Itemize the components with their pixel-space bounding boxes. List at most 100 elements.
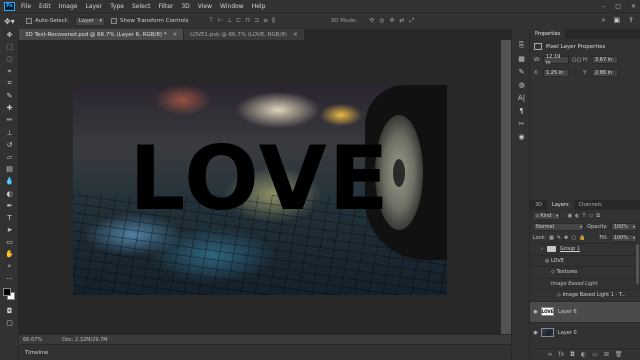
tab-3d[interactable]: 3D (530, 200, 547, 210)
blend-mode-dropdown[interactable]: Normal (533, 222, 585, 231)
clone-source-icon[interactable]: ◍ (512, 78, 531, 91)
close-tab-icon[interactable]: ✕ (172, 32, 177, 38)
minimize-button[interactable]: – (602, 3, 605, 10)
menu-view[interactable]: View (198, 3, 212, 10)
lock-pixels-icon[interactable]: ▦ (549, 235, 554, 241)
menu-filter[interactable]: Filter (159, 3, 174, 10)
more-tools-icon[interactable]: ··· (0, 273, 19, 285)
tab-channels[interactable]: Channels (574, 200, 607, 210)
quick-select-tool-icon[interactable]: ⌖ (0, 66, 19, 78)
history-icon[interactable]: ⎘ (512, 39, 531, 52)
path-select-tool-icon[interactable]: ➤ (0, 224, 19, 236)
visibility-icon[interactable]: ● (530, 258, 541, 264)
paragraph-icon[interactable]: ¶ (512, 104, 531, 117)
menu-select[interactable]: Select (132, 3, 151, 10)
scale-icon[interactable]: ⤢ (409, 17, 414, 25)
show-transform-checkbox[interactable]: Show Transform Controls (111, 18, 188, 24)
align-center-icon[interactable]: ⊓ (245, 17, 250, 25)
layer-row-layer6[interactable]: ◉ LOVE Layer 6 (530, 300, 640, 322)
workspace-icon[interactable]: ▣ (614, 16, 621, 25)
shape-filter-icon[interactable]: ▭ (589, 213, 594, 219)
x-field[interactable]: 1.25 in (543, 69, 569, 77)
marquee-tool-icon[interactable]: ⬚ (0, 41, 19, 53)
type-tool-icon[interactable]: T (0, 212, 19, 224)
layer-row-ibl1[interactable]: ● ◇ Image Based Light 1 - T... (530, 289, 640, 301)
history-brush-tool-icon[interactable]: ↺ (0, 139, 19, 151)
zoom-level[interactable]: 66.67% (23, 337, 42, 343)
layer-row-ibl[interactable]: ● Image Based Light (530, 277, 640, 290)
document-canvas[interactable]: LOVE (73, 85, 447, 295)
stamp-tool-icon[interactable]: ⊥ (0, 127, 19, 139)
layer-row-layer0[interactable]: ◉ Layer 0 (530, 321, 640, 343)
canvas-area[interactable]: LOVE (19, 40, 501, 334)
swatches-icon[interactable]: ▦ (512, 52, 531, 65)
roll-icon[interactable]: ◎ (379, 17, 384, 25)
move-icon[interactable]: ✥▾ (4, 16, 20, 27)
tab-properties[interactable]: Properties (530, 29, 566, 39)
eye-icon[interactable]: ◉ (530, 330, 541, 336)
eye-icon[interactable]: ◉ (530, 309, 541, 315)
layer-row-love[interactable]: ● ◎ LOVE (530, 254, 640, 267)
adjustments-icon[interactable]: ◉ (512, 130, 531, 143)
lasso-tool-icon[interactable]: ◌ (0, 53, 19, 65)
tool-presets-icon[interactable]: ✂ (512, 117, 531, 130)
tab-layers[interactable]: Layers (547, 200, 574, 210)
pen-tool-icon[interactable]: ✒ (0, 200, 19, 212)
type-filter-icon[interactable]: T (583, 213, 586, 219)
brush-settings-icon[interactable]: ✎ (512, 65, 531, 78)
shape-tool-icon[interactable]: ▭ (0, 236, 19, 248)
close-button[interactable]: ✕ (631, 3, 636, 10)
foreground-color-swatch[interactable] (3, 287, 11, 296)
fx-icon[interactable]: fx (559, 351, 565, 358)
blur-tool-icon[interactable]: 💧 (0, 175, 19, 187)
adjustment-layer-icon[interactable]: ◐ (581, 351, 586, 358)
layer-row-textures[interactable]: ● ◇ Textures (530, 266, 640, 278)
fill-field[interactable]: 100% (610, 233, 637, 242)
align-bottom-icon[interactable]: ⊥ (227, 17, 232, 25)
lock-position-icon[interactable]: ✥ (564, 235, 568, 241)
share-icon[interactable]: ⇪ (628, 16, 634, 25)
slide-icon[interactable]: ⇄ (399, 17, 404, 25)
move-tool-icon[interactable]: ✥ (0, 29, 19, 41)
brush-tool-icon[interactable]: ✏ (0, 114, 19, 126)
align-right-icon[interactable]: ⊐ (254, 17, 259, 25)
healing-tool-icon[interactable]: ✚ (0, 102, 19, 114)
hand-tool-icon[interactable]: ✋ (0, 248, 19, 260)
pixel-filter-icon[interactable]: ▣ (567, 213, 572, 219)
zoom-tool-icon[interactable]: ⌕ (0, 261, 19, 273)
lock-artboard-icon[interactable]: ▢ (571, 235, 576, 241)
dodge-tool-icon[interactable]: ◐ (0, 187, 19, 199)
distribute-icon[interactable]: ≡ (263, 17, 268, 25)
menu-layer[interactable]: Layer (85, 3, 102, 10)
tab-3d-text-recovered[interactable]: 3D Text-Recovered.psd @ 66.7% (Layer 6, … (19, 29, 185, 40)
menu-image[interactable]: Image (59, 3, 78, 10)
menu-help[interactable]: Help (252, 3, 266, 10)
menu-3d[interactable]: 3D (181, 3, 189, 10)
link-icon[interactable]: GO (572, 57, 581, 64)
chevron-right-icon[interactable]: › (541, 246, 543, 252)
width-field[interactable]: 12.19 in (543, 54, 569, 66)
height-field[interactable]: 3.67 in (592, 56, 618, 64)
menu-type[interactable]: Type (110, 3, 124, 10)
timeline-tab[interactable]: Timeline (25, 350, 48, 356)
align-top-icon[interactable]: ⊤ (208, 17, 213, 25)
link-layers-icon[interactable]: ∞ (548, 351, 553, 358)
adjust-filter-icon[interactable]: ◐ (575, 213, 579, 219)
opacity-field[interactable]: 100% (610, 222, 637, 231)
search-icon[interactable]: ⌕ (602, 16, 606, 25)
auto-select-dropdown[interactable]: Layer (74, 16, 106, 26)
lock-image-icon[interactable]: ✎ (557, 235, 561, 241)
new-layer-icon[interactable]: ⊞ (604, 351, 609, 358)
doc-info[interactable]: Doc: 2.32M/29.7M (62, 337, 108, 343)
y-field[interactable]: 2.86 in (592, 69, 618, 77)
align-middle-icon[interactable]: ⊢ (218, 17, 223, 25)
layer-row-group1[interactable]: ● › Group 1 (530, 243, 640, 255)
color-swatches[interactable] (0, 285, 19, 305)
screen-mode-icon[interactable]: ▢ (0, 317, 19, 329)
auto-select-checkbox[interactable]: Auto-Select: (26, 18, 69, 24)
gradient-tool-icon[interactable]: ▤ (0, 163, 19, 175)
mask-icon[interactable]: ◘ (570, 351, 575, 358)
menu-edit[interactable]: Edit (39, 3, 51, 10)
tab-love1[interactable]: LOVE1.psb @ 66.7% (LOVE, RGB/8) ✕ (184, 29, 305, 40)
quick-mask-icon[interactable]: ◘ (0, 305, 19, 317)
